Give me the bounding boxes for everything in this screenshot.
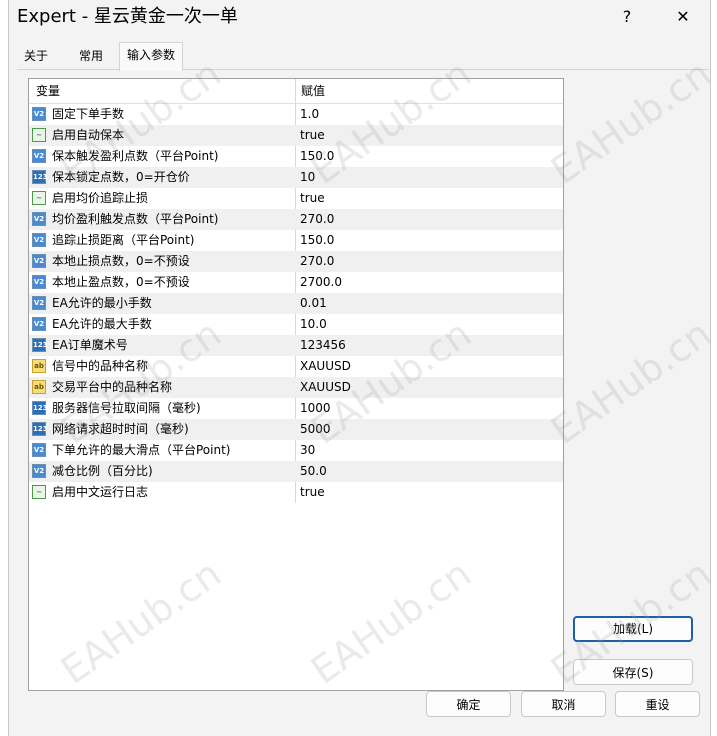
param-name: 信号中的品种名称 — [52, 359, 149, 373]
table-row[interactable]: V2 保本触发盈利点数（平台Point) 150.0 — [29, 146, 563, 167]
string-param-icon: ab — [32, 380, 46, 394]
table-row[interactable]: V2 EA允许的最大手数 10.0 — [29, 314, 563, 335]
param-name: 保本锁定点数，0=开仓价 — [52, 170, 190, 184]
param-value[interactable]: 5000 — [300, 419, 331, 440]
table-row[interactable]: 123 服务器信号拉取间隔（毫秒) 1000 — [29, 398, 563, 419]
window-title: Expert - 星云黄金一次一单 — [17, 6, 238, 27]
param-name: 均价盈利触发点数（平台Point) — [52, 212, 219, 226]
tab-inputs[interactable]: 输入参数 — [119, 42, 183, 71]
param-name: 网络请求超时时间（毫秒) — [52, 422, 189, 436]
save-button[interactable]: 保存(S) — [573, 659, 693, 685]
param-value[interactable]: 123456 — [300, 335, 346, 356]
table-row[interactable]: ~ 启用中文运行日志 true — [29, 482, 563, 503]
expert-dialog: Expert - 星云黄金一次一单 ? ✕ 关于 常用 输入参数 变量 赋值 V… — [8, 0, 717, 736]
tab-bar: 关于 常用 输入参数 — [17, 42, 217, 71]
param-value[interactable]: 50.0 — [300, 461, 327, 482]
param-name: 固定下单手数 — [52, 107, 125, 121]
number-param-icon: V2 — [32, 107, 46, 121]
number-param-icon: V2 — [32, 443, 46, 457]
background-chart-left — [0, 0, 8, 736]
param-value[interactable]: true — [300, 125, 325, 146]
table-header: 变量 赋值 — [29, 79, 563, 104]
integer-param-icon: 123 — [32, 401, 48, 415]
param-name: 追踪止损距离（平台Point) — [52, 233, 195, 247]
param-name: 本地止损点数，0=不预设 — [52, 254, 190, 268]
integer-param-icon: 123 — [32, 170, 48, 184]
number-param-icon: V2 — [32, 149, 46, 163]
number-param-icon: V2 — [32, 317, 46, 331]
table-row[interactable]: V2 固定下单手数 1.0 — [29, 104, 563, 125]
bool-param-icon: ~ — [32, 191, 46, 205]
close-button[interactable]: ✕ — [663, 4, 703, 30]
param-value[interactable]: 270.0 — [300, 209, 334, 230]
bool-param-icon: ~ — [32, 485, 46, 499]
param-name: 启用自动保本 — [52, 128, 125, 142]
param-name: 下单允许的最大滑点（平台Point) — [52, 443, 231, 457]
table-row[interactable]: ~ 启用均价追踪止损 true — [29, 188, 563, 209]
table-row[interactable]: V2 本地止损点数，0=不预设 270.0 — [29, 251, 563, 272]
header-variable: 变量 — [36, 84, 61, 98]
param-value[interactable]: XAUUSD — [300, 356, 351, 377]
ok-button[interactable]: 确定 — [426, 691, 511, 717]
param-value[interactable]: 2700.0 — [300, 272, 342, 293]
param-name: 启用中文运行日志 — [52, 485, 149, 499]
param-name: EA允许的最小手数 — [52, 296, 152, 310]
table-row[interactable]: V2 追踪止损距离（平台Point) 150.0 — [29, 230, 563, 251]
number-param-icon: V2 — [32, 254, 46, 268]
table-row[interactable]: 123 保本锁定点数，0=开仓价 10 — [29, 167, 563, 188]
param-name: 交易平台中的品种名称 — [52, 380, 173, 394]
tab-about[interactable]: 关于 — [21, 44, 51, 68]
help-button[interactable]: ? — [607, 4, 647, 30]
param-value[interactable]: 150.0 — [300, 146, 334, 167]
table-row[interactable]: V2 EA允许的最小手数 0.01 — [29, 293, 563, 314]
string-param-icon: ab — [32, 359, 46, 373]
integer-param-icon: 123 — [32, 338, 48, 352]
bool-param-icon: ~ — [32, 128, 46, 142]
table-row[interactable]: V2 减仓比例（百分比) 50.0 — [29, 461, 563, 482]
number-param-icon: V2 — [32, 233, 46, 247]
param-value[interactable]: 1000 — [300, 398, 331, 419]
table-row[interactable]: ab 交易平台中的品种名称 XAUUSD — [29, 377, 563, 398]
parameters-table: 变量 赋值 V2 固定下单手数 1.0 ~ 启用自动保本 true V2 保本触发盈利点数（平… — [28, 78, 564, 691]
param-value[interactable]: 10 — [300, 167, 315, 188]
param-value[interactable]: 10.0 — [300, 314, 327, 335]
param-value[interactable]: 0.01 — [300, 293, 327, 314]
integer-param-icon: 123 — [32, 422, 48, 436]
number-param-icon: V2 — [32, 296, 46, 310]
param-value[interactable]: 270.0 — [300, 251, 334, 272]
param-name: 减仓比例（百分比) — [52, 464, 153, 478]
param-value[interactable]: 150.0 — [300, 230, 334, 251]
cancel-button[interactable]: 取消 — [521, 691, 606, 717]
param-value[interactable]: XAUUSD — [300, 377, 351, 398]
number-param-icon: V2 — [32, 275, 46, 289]
param-name: 服务器信号拉取间隔（毫秒) — [52, 401, 201, 415]
param-value[interactable]: true — [300, 482, 325, 503]
reset-button[interactable]: 重设 — [615, 691, 700, 717]
param-value[interactable]: true — [300, 188, 325, 209]
load-button[interactable]: 加载(L) — [573, 616, 693, 642]
param-name: 本地止盈点数，0=不预设 — [52, 275, 190, 289]
param-name: 保本触发盈利点数（平台Point) — [52, 149, 219, 163]
number-param-icon: V2 — [32, 464, 46, 478]
table-row[interactable]: V2 下单允许的最大滑点（平台Point) 30 — [29, 440, 563, 461]
param-value[interactable]: 30 — [300, 440, 315, 461]
param-name: EA允许的最大手数 — [52, 317, 152, 331]
param-value[interactable]: 1.0 — [300, 104, 319, 125]
table-row[interactable]: 123 网络请求超时时间（毫秒) 5000 — [29, 419, 563, 440]
table-row[interactable]: V2 均价盈利触发点数（平台Point) 270.0 — [29, 209, 563, 230]
title-bar: Expert - 星云黄金一次一单 ? ✕ — [9, 0, 710, 34]
tab-common[interactable]: 常用 — [69, 44, 113, 68]
table-row[interactable]: 123 EA订单魔术号 123456 — [29, 335, 563, 356]
table-row[interactable]: ~ 启用自动保本 true — [29, 125, 563, 146]
header-value: 赋值 — [301, 84, 326, 98]
table-row[interactable]: ab 信号中的品种名称 XAUUSD — [29, 356, 563, 377]
table-row[interactable]: V2 本地止盈点数，0=不预设 2700.0 — [29, 272, 563, 293]
number-param-icon: V2 — [32, 212, 46, 226]
param-name: EA订单魔术号 — [52, 338, 128, 352]
param-name: 启用均价追踪止损 — [52, 191, 149, 205]
